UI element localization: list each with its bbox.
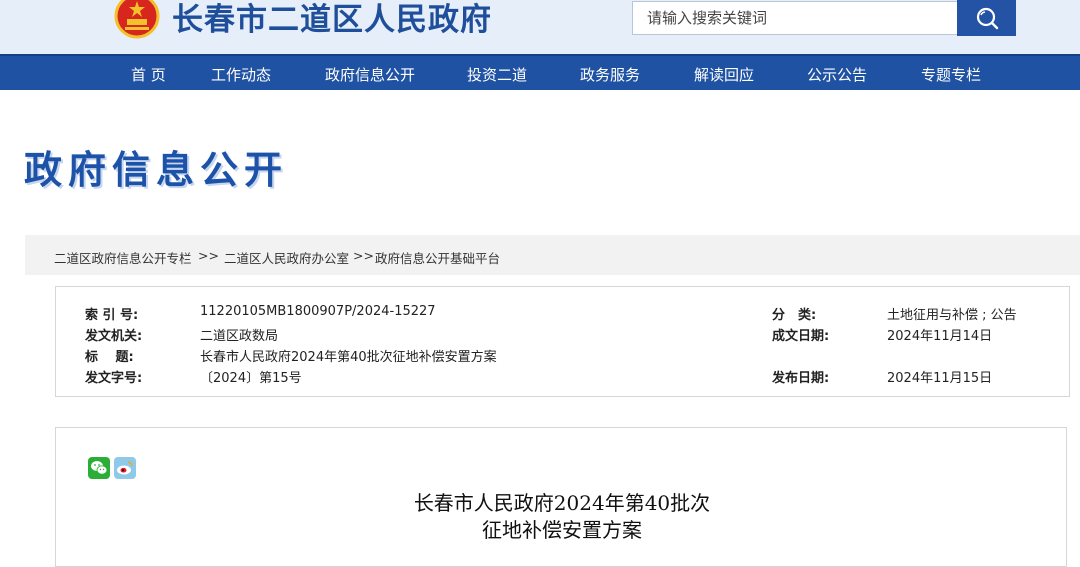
publish-date-value: 2024年11月15日 <box>887 371 993 386</box>
breadcrumb: 二道区政府信息公开专栏 >> 二道区人民政府办公室 >> 政府信息公开基础平台 <box>25 235 1080 275</box>
site-header: 长春市二道区人民政府 <box>0 0 1080 54</box>
doc-number-value: 〔2024〕第15号 <box>200 371 302 386</box>
nav-item-notices[interactable]: 公示公告 <box>807 64 867 85</box>
search-input[interactable] <box>632 1 958 35</box>
article-title-line-1: 长春市人民政府2024年第40批次 <box>413 491 711 515</box>
title-value: 长春市人民政府2024年第40批次征地补偿安置方案 <box>200 350 497 365</box>
article-title-line-2: 征地补偿安置方案 <box>482 518 642 542</box>
nav-item-work-news[interactable]: 工作动态 <box>211 64 271 85</box>
breadcrumb-link-platform[interactable]: 政府信息公开基础平台 <box>375 248 500 267</box>
document-meta-panel: 索 引 号: 11220105MB1800907P/2024-15227 分 类… <box>55 286 1070 397</box>
site-title[interactable]: 长春市二道区人民政府 <box>172 0 492 39</box>
weibo-icon <box>117 461 133 475</box>
title-label: 标 题: <box>85 350 134 365</box>
breadcrumb-separator: >> <box>353 248 374 263</box>
category-label: 分 类: <box>772 308 817 323</box>
section-banner-title: 政府信息公开 <box>24 148 289 192</box>
index-value: 11220105MB1800907P/2024-15227 <box>200 304 436 319</box>
wechat-icon <box>91 461 108 475</box>
breadcrumb-link-gov-office[interactable]: 二道区人民政府办公室 <box>224 248 349 267</box>
nav-item-invest[interactable]: 投资二道 <box>467 64 527 85</box>
category-value: 土地征用与补偿 ; 公告 <box>887 308 1017 323</box>
nav-item-gov-info[interactable]: 政府信息公开 <box>325 64 415 85</box>
issuer-label: 发文机关: <box>85 329 143 344</box>
written-date-label: 成文日期: <box>772 329 830 344</box>
issuer-value: 二道区政数局 <box>200 329 279 344</box>
nav-item-services[interactable]: 政务服务 <box>580 64 640 85</box>
breadcrumb-separator: >> <box>198 248 219 263</box>
doc-number-label: 发文字号: <box>85 371 143 386</box>
nav-item-home[interactable]: 首 页 <box>131 64 166 85</box>
national-emblem-icon <box>114 0 160 39</box>
search-icon <box>976 7 998 30</box>
weibo-share-button[interactable] <box>114 457 136 479</box>
written-date-value: 2024年11月14日 <box>887 329 993 344</box>
breadcrumb-link-info-column[interactable]: 二道区政府信息公开专栏 <box>54 248 192 267</box>
wechat-share-button[interactable] <box>88 457 110 479</box>
nav-item-interpret[interactable]: 解读回应 <box>694 64 754 85</box>
index-label: 索 引 号: <box>85 308 139 323</box>
nav-item-topics[interactable]: 专题专栏 <box>921 64 981 85</box>
search-button[interactable] <box>957 0 1016 36</box>
main-nav: 首 页 工作动态 政府信息公开 投资二道 政务服务 解读回应 公示公告 专题专栏 <box>0 54 1080 90</box>
publish-date-label: 发布日期: <box>772 371 830 386</box>
